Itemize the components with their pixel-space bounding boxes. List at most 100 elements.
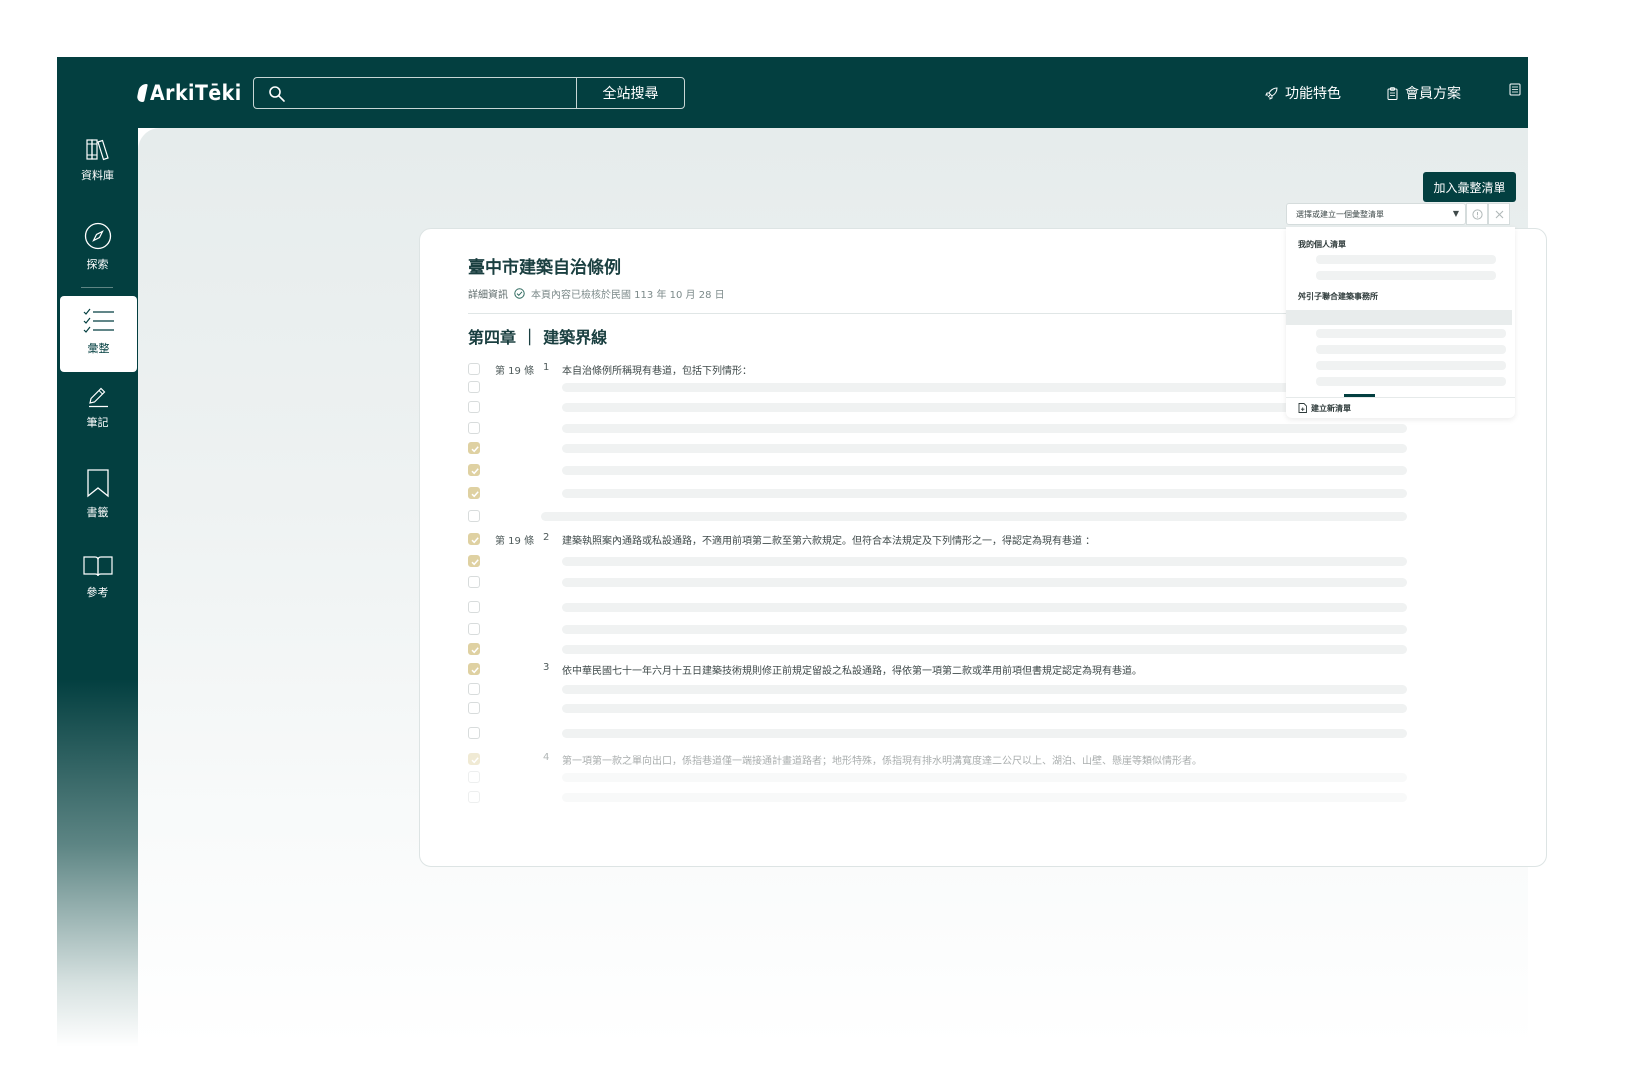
row-checkbox[interactable] xyxy=(468,487,480,499)
nav-document[interactable] xyxy=(1509,83,1522,96)
site-search: 全站搜尋 xyxy=(253,77,685,109)
row-checkbox[interactable] xyxy=(468,702,480,714)
list-item[interactable] xyxy=(1316,271,1496,280)
text-placeholder xyxy=(562,444,1407,453)
details-link[interactable]: 詳細資訊 xyxy=(468,286,508,301)
create-list-button[interactable]: 建立新清單 xyxy=(1286,397,1515,418)
row-checkbox[interactable] xyxy=(468,753,480,765)
sidebar-item-label: 資料庫 xyxy=(81,169,114,182)
list-item[interactable] xyxy=(1316,255,1496,264)
new-document-icon xyxy=(1298,403,1307,413)
clause-text: 第一項第一款之單向出口，係指巷道僅一端接通計畫道路者；地形特殊，係指現有排水明溝… xyxy=(562,756,1202,767)
table-row: 第 19 條 1 本自治條例所稱現有巷道，包括下列情形： xyxy=(420,361,1420,377)
row-checkbox[interactable] xyxy=(468,381,480,393)
close-button[interactable] xyxy=(1488,203,1510,225)
sidebar-item-explore[interactable]: 探索 xyxy=(57,222,138,272)
search-input[interactable] xyxy=(294,82,554,104)
check-icon xyxy=(471,468,479,475)
document-title: 臺中市建築自治條例 xyxy=(468,258,621,278)
search-field[interactable] xyxy=(254,78,576,108)
list-item[interactable] xyxy=(1316,329,1506,338)
check-icon xyxy=(471,667,479,674)
text-placeholder xyxy=(562,729,1407,738)
row-checkbox[interactable] xyxy=(468,533,480,545)
list-item[interactable] xyxy=(1316,361,1506,370)
row-checkbox[interactable] xyxy=(468,442,480,454)
nav-plans[interactable]: 會員方案 xyxy=(1387,83,1461,103)
sidebar-item-library[interactable]: 資料庫 xyxy=(57,137,138,183)
text-placeholder xyxy=(562,625,1407,634)
row-checkbox[interactable] xyxy=(468,623,480,635)
article-number: 第 19 條 xyxy=(495,536,535,547)
row-checkbox[interactable] xyxy=(468,464,480,476)
chapter-heading: 第四章 ｜ 建築界線 xyxy=(468,328,608,347)
text-placeholder xyxy=(562,424,1407,433)
nav-features-label: 功能特色 xyxy=(1285,86,1341,102)
table-row xyxy=(420,440,1420,456)
list-item-highlighted[interactable] xyxy=(1286,310,1512,325)
sidebar: 資料庫 探索 彙整 筆記 書籤 參考 xyxy=(57,128,138,1047)
table-row xyxy=(420,789,1420,805)
text-placeholder xyxy=(562,685,1407,694)
table-row xyxy=(420,681,1420,697)
logo[interactable]: ArkiTēki xyxy=(136,81,242,105)
create-list-label: 建立新清單 xyxy=(1311,403,1351,413)
row-checkbox[interactable] xyxy=(468,771,480,783)
checklist-icon xyxy=(83,308,114,333)
table-row xyxy=(420,420,1420,436)
sidebar-item-notes[interactable]: 筆記 xyxy=(57,386,138,430)
clause-text: 依中華民國七十一年六月十五日建築技術規則修正前規定留設之私設通路，得依第一項第二… xyxy=(562,666,1142,677)
sidebar-item-reference[interactable]: 參考 xyxy=(57,554,138,600)
check-icon xyxy=(471,537,479,544)
article-number: 第 19 條 xyxy=(495,366,535,377)
library-icon xyxy=(85,139,109,161)
table-row: 4 第一項第一款之單向出口，係指巷道僅一端接通計畫道路者；地形特殊，係指現有排水明… xyxy=(420,751,1420,767)
row-checkbox[interactable] xyxy=(468,727,480,739)
row-checkbox[interactable] xyxy=(468,576,480,588)
text-placeholder xyxy=(562,704,1407,713)
top-bar: ArkiTēki 全站搜尋 功能特色 會員方案 xyxy=(57,57,1528,128)
clipboard-icon xyxy=(1387,86,1398,100)
collection-select[interactable]: 選擇或建立一個彙整清單 ▼ xyxy=(1286,203,1466,225)
text-placeholder xyxy=(562,403,1407,412)
text-placeholder xyxy=(562,793,1407,802)
row-checkbox[interactable] xyxy=(468,401,480,413)
row-checkbox[interactable] xyxy=(468,683,480,695)
add-to-collection-button[interactable]: 加入彙整清單 xyxy=(1423,172,1516,202)
clause-number: 2 xyxy=(543,532,550,543)
info-button[interactable] xyxy=(1466,203,1488,225)
row-checkbox[interactable] xyxy=(468,510,480,522)
text-placeholder xyxy=(562,489,1407,498)
bookmark-icon xyxy=(86,469,109,498)
text-placeholder xyxy=(562,557,1407,566)
sidebar-item-label: 書籤 xyxy=(86,506,109,519)
section-firm: 舛引子聯合建築事務所 xyxy=(1298,292,1378,301)
select-placeholder: 選擇或建立一個彙整清單 xyxy=(1296,209,1384,219)
divider xyxy=(468,313,1348,314)
row-checkbox[interactable] xyxy=(468,791,480,803)
sidebar-item-collection[interactable]: 彙整 xyxy=(60,296,137,372)
sidebar-item-label: 參考 xyxy=(86,586,109,599)
row-checkbox[interactable] xyxy=(468,422,480,434)
sidebar-item-label: 彙整 xyxy=(87,342,110,355)
table-row xyxy=(420,508,1420,524)
table-row xyxy=(420,379,1420,395)
table-row xyxy=(420,574,1420,590)
text-placeholder xyxy=(562,773,1407,782)
list-item[interactable] xyxy=(1316,345,1506,354)
row-checkbox[interactable] xyxy=(468,555,480,567)
search-icon xyxy=(269,86,285,102)
row-checkbox[interactable] xyxy=(468,663,480,675)
row-checkbox[interactable] xyxy=(468,643,480,655)
sidebar-item-bookmarks[interactable]: 書籤 xyxy=(57,468,138,520)
search-button[interactable]: 全站搜尋 xyxy=(576,78,684,108)
text-placeholder xyxy=(562,603,1407,612)
nav-features[interactable]: 功能特色 xyxy=(1265,83,1341,103)
row-checkbox[interactable] xyxy=(468,363,480,375)
row-checkbox[interactable] xyxy=(468,601,480,613)
list-item[interactable] xyxy=(1316,377,1506,386)
book-icon xyxy=(82,556,113,577)
clause-text: 本自治條例所稱現有巷道，包括下列情形： xyxy=(562,366,752,377)
text-placeholder xyxy=(562,645,1407,654)
nav-plans-label: 會員方案 xyxy=(1405,86,1461,102)
